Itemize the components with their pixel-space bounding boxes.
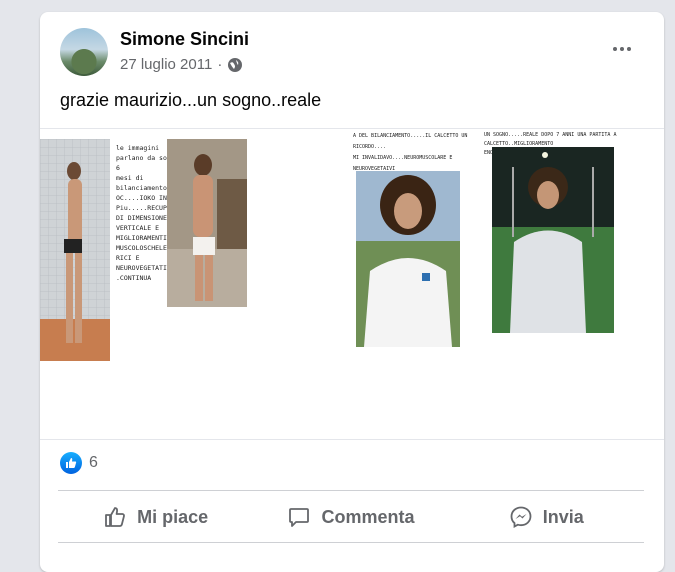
comment-icon xyxy=(289,508,310,527)
like-icon xyxy=(60,452,82,474)
divider xyxy=(58,542,644,543)
thumbs-up-icon xyxy=(105,507,126,527)
photo-side-profile xyxy=(40,139,110,361)
reactions-summary[interactable]: 6 xyxy=(60,452,98,474)
photo-night-pitch xyxy=(492,147,614,333)
author-name[interactable]: Simone Sincini xyxy=(120,29,249,50)
reaction-count: 6 xyxy=(89,454,98,471)
like-label: Mi piace xyxy=(137,506,209,527)
more-dot-icon xyxy=(613,47,617,51)
photo-text-2: A DEL BILANCIAMENTO.....IL CALCETTO UN R… xyxy=(353,133,468,172)
share-label: Invia xyxy=(542,506,584,527)
post-card: Simone Sincini 27 luglio 2011 · grazie m… xyxy=(40,12,664,572)
post-caption: grazie maurizio...un sogno..reale xyxy=(60,90,322,110)
post-date[interactable]: 27 luglio 2011 xyxy=(120,56,212,73)
photo-back-view xyxy=(167,139,247,307)
globe-icon[interactable] xyxy=(227,57,243,73)
post-meta: 27 luglio 2011 · xyxy=(120,56,243,73)
photo-portrait-white-shirt xyxy=(356,171,460,347)
more-dot-icon xyxy=(620,47,624,51)
avatar[interactable] xyxy=(60,28,108,76)
more-dot-icon xyxy=(627,47,631,51)
messenger-icon xyxy=(510,506,532,529)
divider xyxy=(58,490,644,491)
more-options-button[interactable] xyxy=(600,34,644,64)
like-button[interactable]: Mi piace xyxy=(58,494,253,540)
action-bar: Mi piace Commenta Invia xyxy=(58,494,644,540)
post-image[interactable]: le immagini parlano da sole 6 mesi di bi… xyxy=(40,128,664,440)
comment-label: Commenta xyxy=(321,506,415,527)
meta-separator: · xyxy=(217,56,223,73)
share-button[interactable]: Invia xyxy=(449,494,644,540)
comment-button[interactable]: Commenta xyxy=(253,494,448,540)
